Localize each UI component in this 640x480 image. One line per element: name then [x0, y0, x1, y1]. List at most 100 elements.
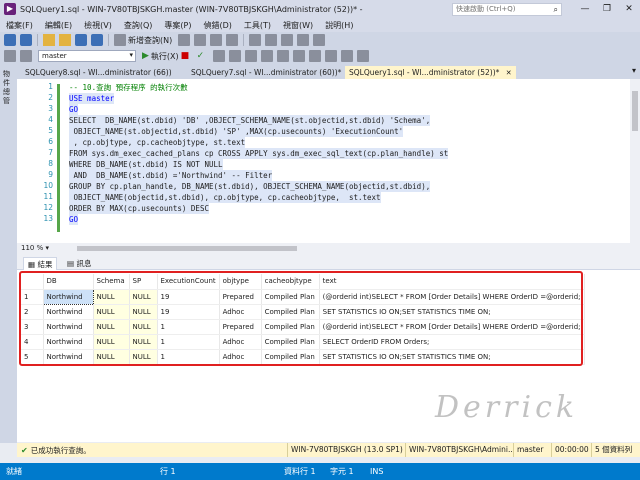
- tab-sqlquery8[interactable]: SQLQuery8.sql - WI...dministrator (66)): [21, 66, 176, 79]
- table-cell[interactable]: 1: [157, 349, 220, 365]
- menu-project[interactable]: 專案(P): [158, 20, 197, 31]
- disconnect-icon[interactable]: [20, 50, 32, 62]
- scrollbar-thumb[interactable]: [632, 91, 638, 131]
- table-cell[interactable]: Compiled Plan: [261, 349, 320, 365]
- table-cell[interactable]: Northwind: [43, 304, 94, 320]
- table-cell[interactable]: Northwind: [43, 349, 94, 365]
- table-cell[interactable]: Prepared: [219, 289, 262, 305]
- column-header[interactable]: Schema: [93, 274, 130, 290]
- quick-launch-input[interactable]: 快速啟動 (Ctrl+Q) ⌕: [452, 3, 562, 16]
- forward-icon[interactable]: [20, 34, 32, 46]
- tab-sqlquery1[interactable]: SQLQuery1.sql - WI...dministrator (52))*…: [345, 66, 516, 79]
- query-options-icon[interactable]: [228, 50, 241, 62]
- cut-icon[interactable]: [249, 34, 262, 46]
- menu-tools[interactable]: 工具(T): [238, 20, 277, 31]
- dmx-query-icon[interactable]: [210, 34, 223, 46]
- open-file-icon[interactable]: [59, 34, 71, 46]
- tab-list-dropdown-icon[interactable]: ▾: [632, 66, 636, 75]
- table-row[interactable]: 4 Northwind NULL NULL 1 Adhoc Compiled P…: [21, 334, 585, 350]
- table-cell[interactable]: Prepared: [219, 319, 262, 335]
- chevron-down-icon[interactable]: ▾: [45, 244, 49, 252]
- table-cell[interactable]: Northwind: [42, 288, 94, 305]
- table-cell[interactable]: Northwind: [43, 319, 94, 335]
- table-row[interactable]: 1 Northwind NULL NULL 19 Prepared Compil…: [21, 288, 585, 305]
- table-cell[interactable]: SET STATISTICS IO ON;SET STATISTICS TIME…: [319, 349, 585, 365]
- column-header[interactable]: objtype: [219, 274, 262, 290]
- maximize-button[interactable]: ❐: [596, 0, 618, 18]
- table-row[interactable]: 2 Northwind NULL NULL 19 Adhoc Compiled …: [21, 304, 585, 320]
- menu-debug[interactable]: 偵錯(D): [197, 20, 237, 31]
- table-cell[interactable]: 19: [157, 304, 220, 320]
- mdx-query-icon[interactable]: [194, 34, 207, 46]
- column-header[interactable]: text: [319, 274, 585, 290]
- menu-query[interactable]: 查詢(Q): [118, 20, 159, 31]
- close-icon[interactable]: ✕: [506, 69, 512, 77]
- connect-icon[interactable]: [4, 50, 16, 62]
- menu-file[interactable]: 檔案(F): [0, 20, 39, 31]
- table-cell[interactable]: 1: [157, 319, 220, 335]
- menu-view[interactable]: 檢視(V): [78, 20, 118, 31]
- tab-sqlquery7[interactable]: SQLQuery7.sql - WI...dministrator (60))*: [187, 66, 345, 79]
- table-cell[interactable]: Compiled Plan: [261, 304, 320, 320]
- results-to-file-icon[interactable]: [292, 50, 305, 62]
- sql-editor[interactable]: 1 2 3 4 5 6 7 8 9 10 11 12 13 -- 10.查詢 預…: [17, 79, 640, 243]
- table-cell[interactable]: (@orderid int)SELECT * FROM [Order Detai…: [319, 289, 585, 305]
- table-cell[interactable]: 19: [157, 289, 220, 305]
- menu-edit[interactable]: 編輯(E): [39, 20, 78, 31]
- database-select[interactable]: master ▾: [38, 50, 136, 62]
- table-cell[interactable]: Compiled Plan: [261, 334, 320, 350]
- column-header[interactable]: cacheobjtype: [261, 274, 320, 290]
- intellisense-icon[interactable]: [244, 50, 257, 62]
- cancel-query-icon[interactable]: ■: [181, 50, 193, 62]
- table-cell[interactable]: Compiled Plan: [261, 289, 320, 305]
- menu-window[interactable]: 視窗(W): [277, 20, 319, 31]
- horizontal-scrollbar-thumb[interactable]: [77, 246, 297, 251]
- copy-icon[interactable]: [265, 34, 278, 46]
- table-cell[interactable]: NULL: [93, 319, 130, 335]
- xmla-query-icon[interactable]: [226, 34, 239, 46]
- save-icon[interactable]: [75, 34, 87, 46]
- new-query-icon[interactable]: [114, 34, 126, 46]
- uncomment-icon[interactable]: [324, 50, 337, 62]
- comment-icon[interactable]: [308, 50, 321, 62]
- table-cell[interactable]: NULL: [129, 289, 158, 305]
- new-project-icon[interactable]: [43, 34, 55, 46]
- zoom-level-select[interactable]: 110 %: [21, 244, 43, 252]
- table-cell[interactable]: NULL: [93, 334, 130, 350]
- table-cell[interactable]: Adhoc: [219, 349, 262, 365]
- estimated-plan-icon[interactable]: [212, 50, 225, 62]
- editor-vertical-scrollbar[interactable]: [630, 79, 640, 243]
- menu-help[interactable]: 說明(H): [319, 20, 359, 31]
- close-button[interactable]: ✕: [618, 0, 640, 18]
- column-header[interactable]: DB: [43, 274, 94, 290]
- table-cell[interactable]: Compiled Plan: [261, 319, 320, 335]
- redo-icon[interactable]: [313, 34, 326, 46]
- table-cell[interactable]: NULL: [93, 349, 130, 365]
- tab-results[interactable]: ▦ 結果: [23, 257, 58, 270]
- new-query-button[interactable]: 新增查詢(N): [128, 35, 172, 46]
- table-row[interactable]: 5 Northwind NULL NULL 1 Adhoc Compiled P…: [21, 349, 585, 365]
- paste-icon[interactable]: [281, 34, 294, 46]
- table-cell[interactable]: NULL: [93, 304, 130, 320]
- table-cell[interactable]: (@orderid int)SELECT * FROM [Order Detai…: [319, 319, 585, 335]
- database-query-icon[interactable]: [178, 34, 191, 46]
- table-row[interactable]: 3 Northwind NULL NULL 1 Prepared Compile…: [21, 319, 585, 335]
- indent-icon[interactable]: [340, 50, 353, 62]
- tab-messages[interactable]: ▤ 訊息: [63, 257, 95, 270]
- table-cell[interactable]: SET STATISTICS IO ON;SET STATISTICS TIME…: [319, 304, 585, 320]
- table-cell[interactable]: NULL: [129, 349, 158, 365]
- table-cell[interactable]: NULL: [129, 304, 158, 320]
- outdent-icon[interactable]: [356, 50, 369, 62]
- table-cell[interactable]: Adhoc: [219, 304, 262, 320]
- column-header[interactable]: SP: [129, 274, 158, 290]
- save-all-icon[interactable]: [91, 34, 103, 46]
- table-cell[interactable]: SELECT OrderID FROM Orders;: [319, 334, 585, 350]
- object-explorer-strip[interactable]: 物件總管: [0, 64, 17, 443]
- table-cell[interactable]: NULL: [129, 319, 158, 335]
- column-header[interactable]: ExecutionCount: [157, 274, 220, 290]
- minimize-button[interactable]: —: [574, 0, 596, 18]
- results-grid[interactable]: DB Schema SP ExecutionCount objtype cach…: [21, 274, 585, 365]
- table-cell[interactable]: Northwind: [43, 334, 94, 350]
- parse-icon[interactable]: ✓: [197, 50, 209, 62]
- table-cell[interactable]: NULL: [93, 289, 130, 305]
